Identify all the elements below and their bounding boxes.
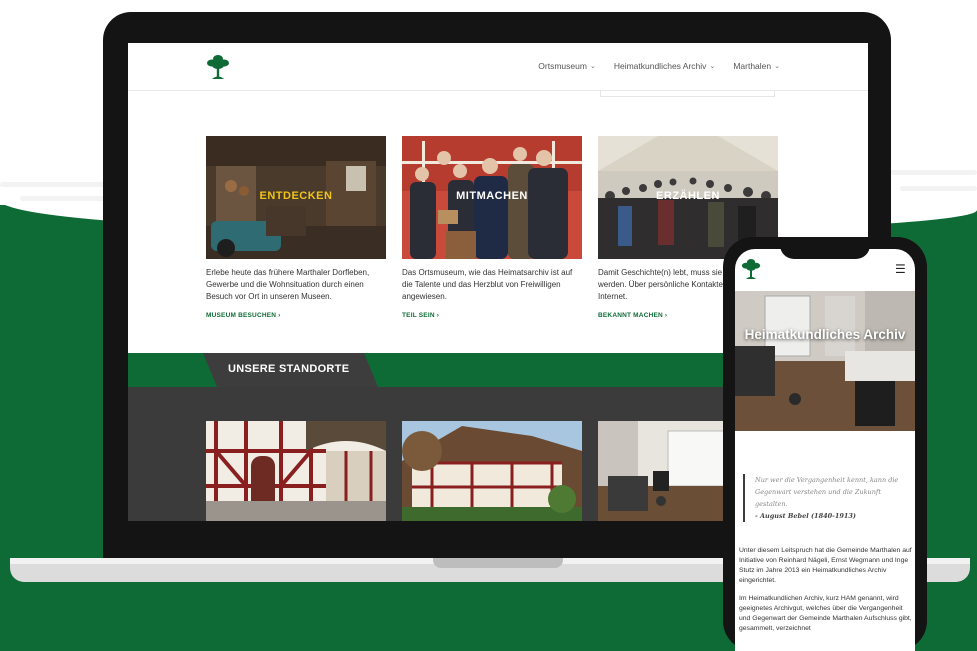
site-header: Ortsmuseum ⌄ Heimatkundliches Archiv ⌄ M… [128,43,868,91]
body-paragraph: Unter diesem Leitspruch hat die Gemeinde… [739,547,912,584]
mobile-hero: Heimatkundliches Archiv [735,291,915,431]
body-paragraph: Im Heimatkundlichen Archiv, kurz HAM gen… [739,595,912,632]
hamburger-icon[interactable]: ☰ [895,262,906,276]
card-title: MITMACHEN [456,190,528,202]
nav-item-heimatkundliches-archiv[interactable]: Heimatkundliches Archiv ⌄ [614,61,715,71]
museum-besuchen-link[interactable]: MUSEUM BESUCHEN › [206,312,386,319]
hero-title: Heimatkundliches Archiv [744,327,906,342]
mobile-website: ☰ Heimatkundliches Archiv Nur wer die Ve… [735,249,915,651]
card-title: ENTDECKEN [259,190,333,202]
nav-item-marthalen[interactable]: Marthalen ⌄ [733,61,780,71]
location-image-2[interactable] [402,421,582,521]
nav-item-label: Marthalen [733,61,772,71]
card-mitmachen: MITMACHEN Das Ortsmuseum, wie das Heimat… [402,136,582,319]
location-image-1[interactable] [206,421,386,521]
teil-sein-link[interactable]: TEIL SEIN › [402,312,582,319]
card-image-museum[interactable]: ENTDECKEN [206,136,386,259]
card-text: Das Ortsmuseum, wie das Heimatsarchiv is… [402,268,573,301]
card-title: ERZÄHLEN [656,190,720,202]
card-image-volunteers[interactable]: MITMACHEN [402,136,582,259]
search-bar-edge [600,91,775,97]
section-title: UNSERE STANDORTE [228,363,350,375]
brush-streak [880,170,977,175]
brush-streak [20,196,110,201]
main-nav: Ortsmuseum ⌄ Heimatkundliches Archiv ⌄ M… [538,61,780,71]
quote-block: Nur wer die Vergangenheit kennt, kann di… [743,474,909,522]
quote-text: Nur wer die Vergangenheit kennt, kann di… [755,476,899,508]
card-text: Erlebe heute das frühere Marthaler Dorfl… [206,268,370,301]
tree-icon[interactable] [206,53,230,81]
chevron-down-icon: ⌄ [589,63,596,70]
laptop-notch [433,558,563,568]
brush-streak [900,186,977,191]
tree-icon[interactable] [741,256,761,282]
quote-author: - August Bebel (1840-1913) [755,512,856,520]
chevron-down-icon: ⌄ [774,63,780,70]
brush-streak [0,182,120,187]
nav-item-label: Ortsmuseum [538,61,587,71]
nav-item-label: Heimatkundliches Archiv [613,61,707,71]
nav-item-ortsmuseum[interactable]: Ortsmuseum ⌄ [538,61,596,71]
card-entdecken: ENTDECKEN Erlebe heute das frühere Marth… [206,136,386,319]
phone-notch [780,237,870,259]
chevron-down-icon: ⌄ [709,63,716,70]
mobile-body-text: Unter diesem Leitspruch hat die Gemeinde… [739,546,913,642]
